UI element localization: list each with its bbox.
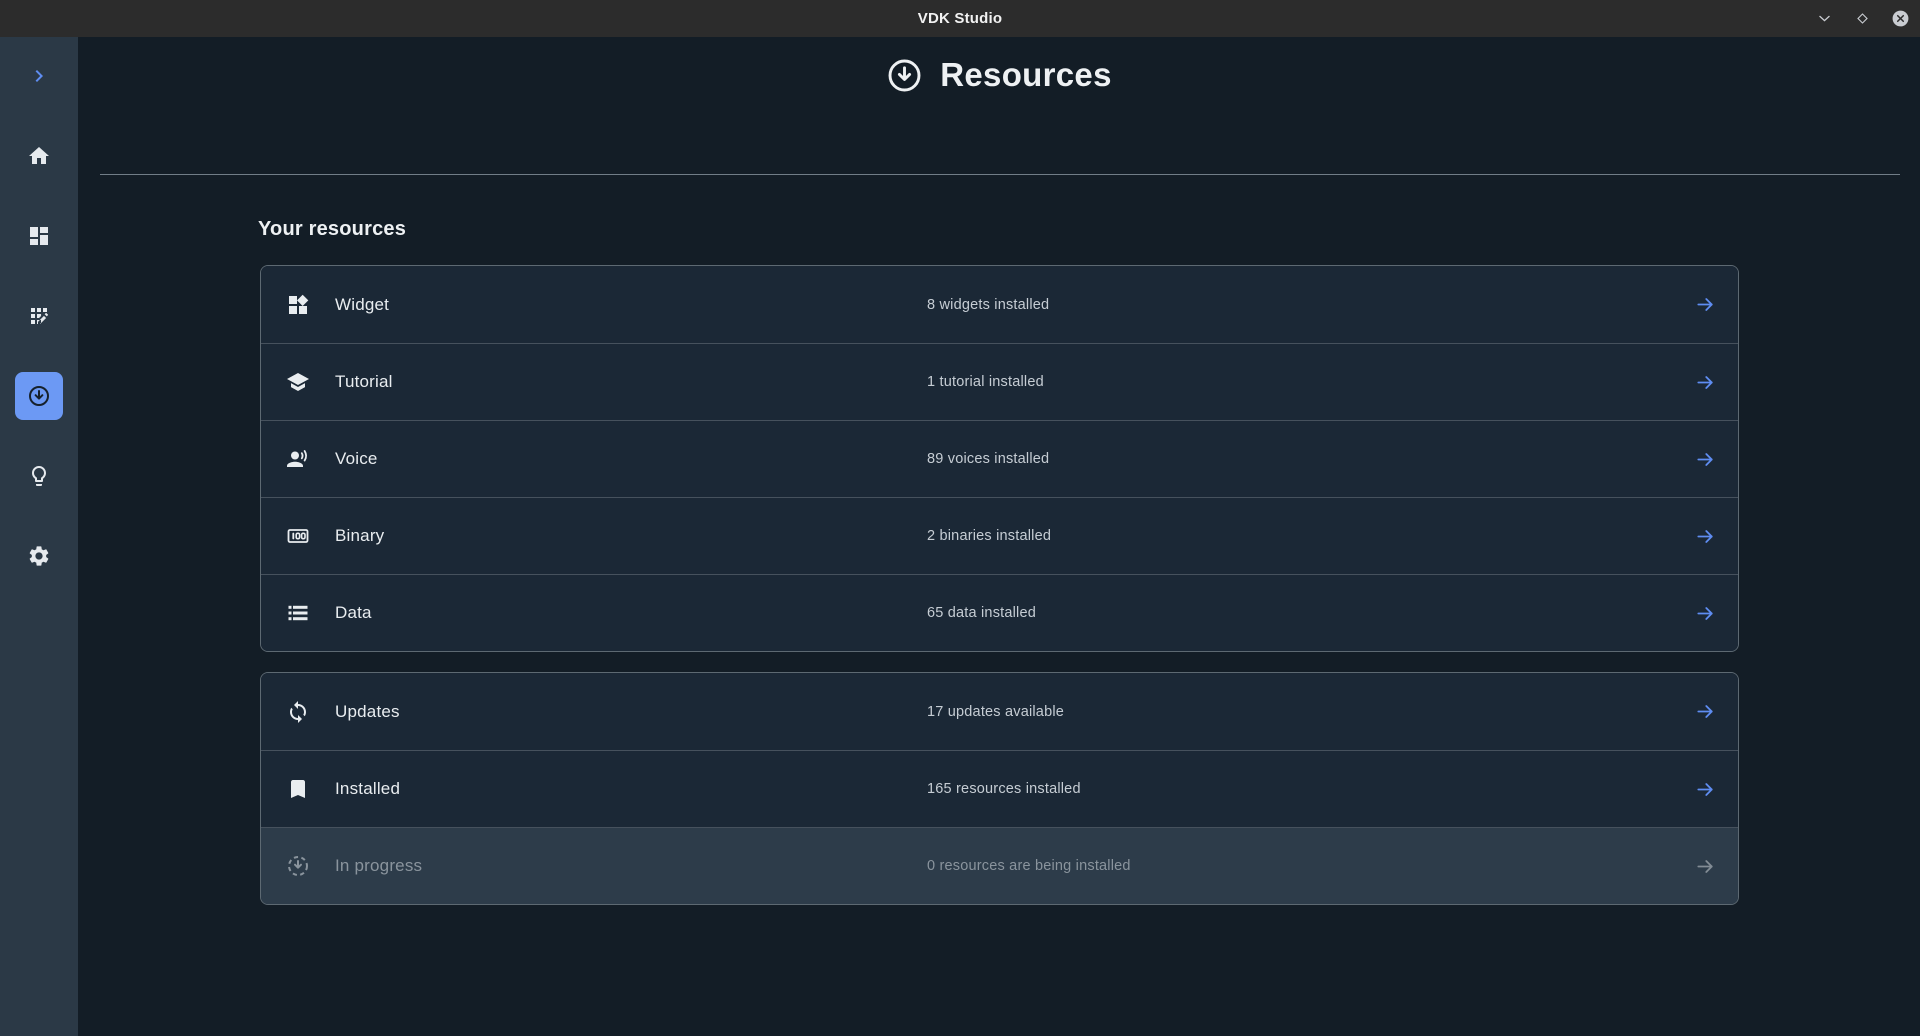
gear-icon [27, 544, 51, 568]
dashboard-icon [27, 224, 51, 248]
row-label: Widget [335, 295, 389, 315]
row-label: Installed [335, 779, 400, 799]
minimize-button[interactable] [1814, 9, 1834, 29]
close-circle-icon [1891, 9, 1910, 28]
row-label: Binary [335, 526, 384, 546]
download-circle-icon [27, 384, 51, 408]
row-label: Data [335, 603, 372, 623]
arrow-right-icon [1693, 700, 1717, 724]
sidebar [0, 37, 78, 1036]
arrow-right-icon [1693, 777, 1717, 801]
window-title: VDK Studio [918, 10, 1003, 27]
resource-row[interactable]: Tutorial 1 tutorial installed [261, 343, 1738, 420]
binary-icon [285, 523, 311, 549]
data-list-icon [285, 600, 311, 626]
arrow-right-icon [1693, 854, 1717, 878]
bookmark-icon [285, 776, 311, 802]
row-status: 2 binaries installed [927, 528, 1051, 544]
widgets-icon [285, 292, 311, 318]
row-label: In progress [335, 856, 422, 876]
row-label: Tutorial [335, 372, 393, 392]
sidebar-item-tips[interactable] [15, 452, 63, 500]
header-divider [100, 174, 1900, 175]
arrow-right-icon [1693, 601, 1717, 625]
school-icon [285, 369, 311, 395]
section-title: Your resources [258, 218, 1920, 241]
row-status: 0 resources are being installed [927, 858, 1131, 874]
close-button[interactable] [1890, 9, 1910, 29]
activity-row[interactable]: Updates 17 updates available [261, 673, 1738, 750]
arrow-right-icon [1693, 447, 1717, 471]
arrow-right-icon [1693, 370, 1717, 394]
sidebar-item-editor[interactable] [15, 292, 63, 340]
maximize-button[interactable] [1852, 9, 1872, 29]
row-label: Updates [335, 702, 400, 722]
resources-card: Widget 8 widgets installed Tutorial 1 tutor… [260, 265, 1739, 652]
row-status: 65 data installed [927, 605, 1036, 621]
download-circle-icon [886, 57, 923, 94]
page-header: Resources [78, 37, 1920, 93]
page-title: Resources [940, 56, 1111, 94]
chevron-down-icon [1816, 10, 1833, 27]
chevron-right-icon [27, 64, 51, 88]
sidebar-item-expand-sidebar[interactable] [15, 52, 63, 100]
app-body: Resources Your resources Widget 8 widgets… [0, 37, 1920, 1036]
row-status: 1 tutorial installed [927, 374, 1044, 390]
titlebar: VDK Studio [0, 0, 1920, 37]
resource-row[interactable]: Binary 2 binaries installed [261, 497, 1738, 574]
activity-row: In progress 0 resources are being install… [261, 827, 1738, 904]
sidebar-item-settings[interactable] [15, 532, 63, 580]
sidebar-item-dashboard[interactable] [15, 212, 63, 260]
activity-card: Updates 17 updates available Installed 165 … [260, 672, 1739, 905]
downloading-icon [285, 853, 311, 879]
voice-over-icon [285, 446, 311, 472]
sidebar-item-home[interactable] [15, 132, 63, 180]
resource-row[interactable]: Data 65 data installed [261, 574, 1738, 651]
arrow-right-icon [1693, 293, 1717, 317]
activity-row[interactable]: Installed 165 resources installed [261, 750, 1738, 827]
resource-row[interactable]: Voice 89 voices installed [261, 420, 1738, 497]
row-status: 89 voices installed [927, 451, 1049, 467]
arrow-right-icon [1693, 524, 1717, 548]
sync-icon [285, 699, 311, 725]
home-icon [27, 144, 51, 168]
window-controls [1814, 0, 1910, 37]
lightbulb-icon [27, 464, 51, 488]
main-content: Resources Your resources Widget 8 widgets… [78, 37, 1920, 1036]
row-label: Voice [335, 449, 378, 469]
app-registration-icon [27, 304, 51, 328]
row-status: 8 widgets installed [927, 297, 1049, 313]
sidebar-item-resources[interactable] [15, 372, 63, 420]
row-status: 17 updates available [927, 704, 1064, 720]
resource-row[interactable]: Widget 8 widgets installed [261, 266, 1738, 343]
diamond-icon [1854, 10, 1871, 27]
row-status: 165 resources installed [927, 781, 1081, 797]
